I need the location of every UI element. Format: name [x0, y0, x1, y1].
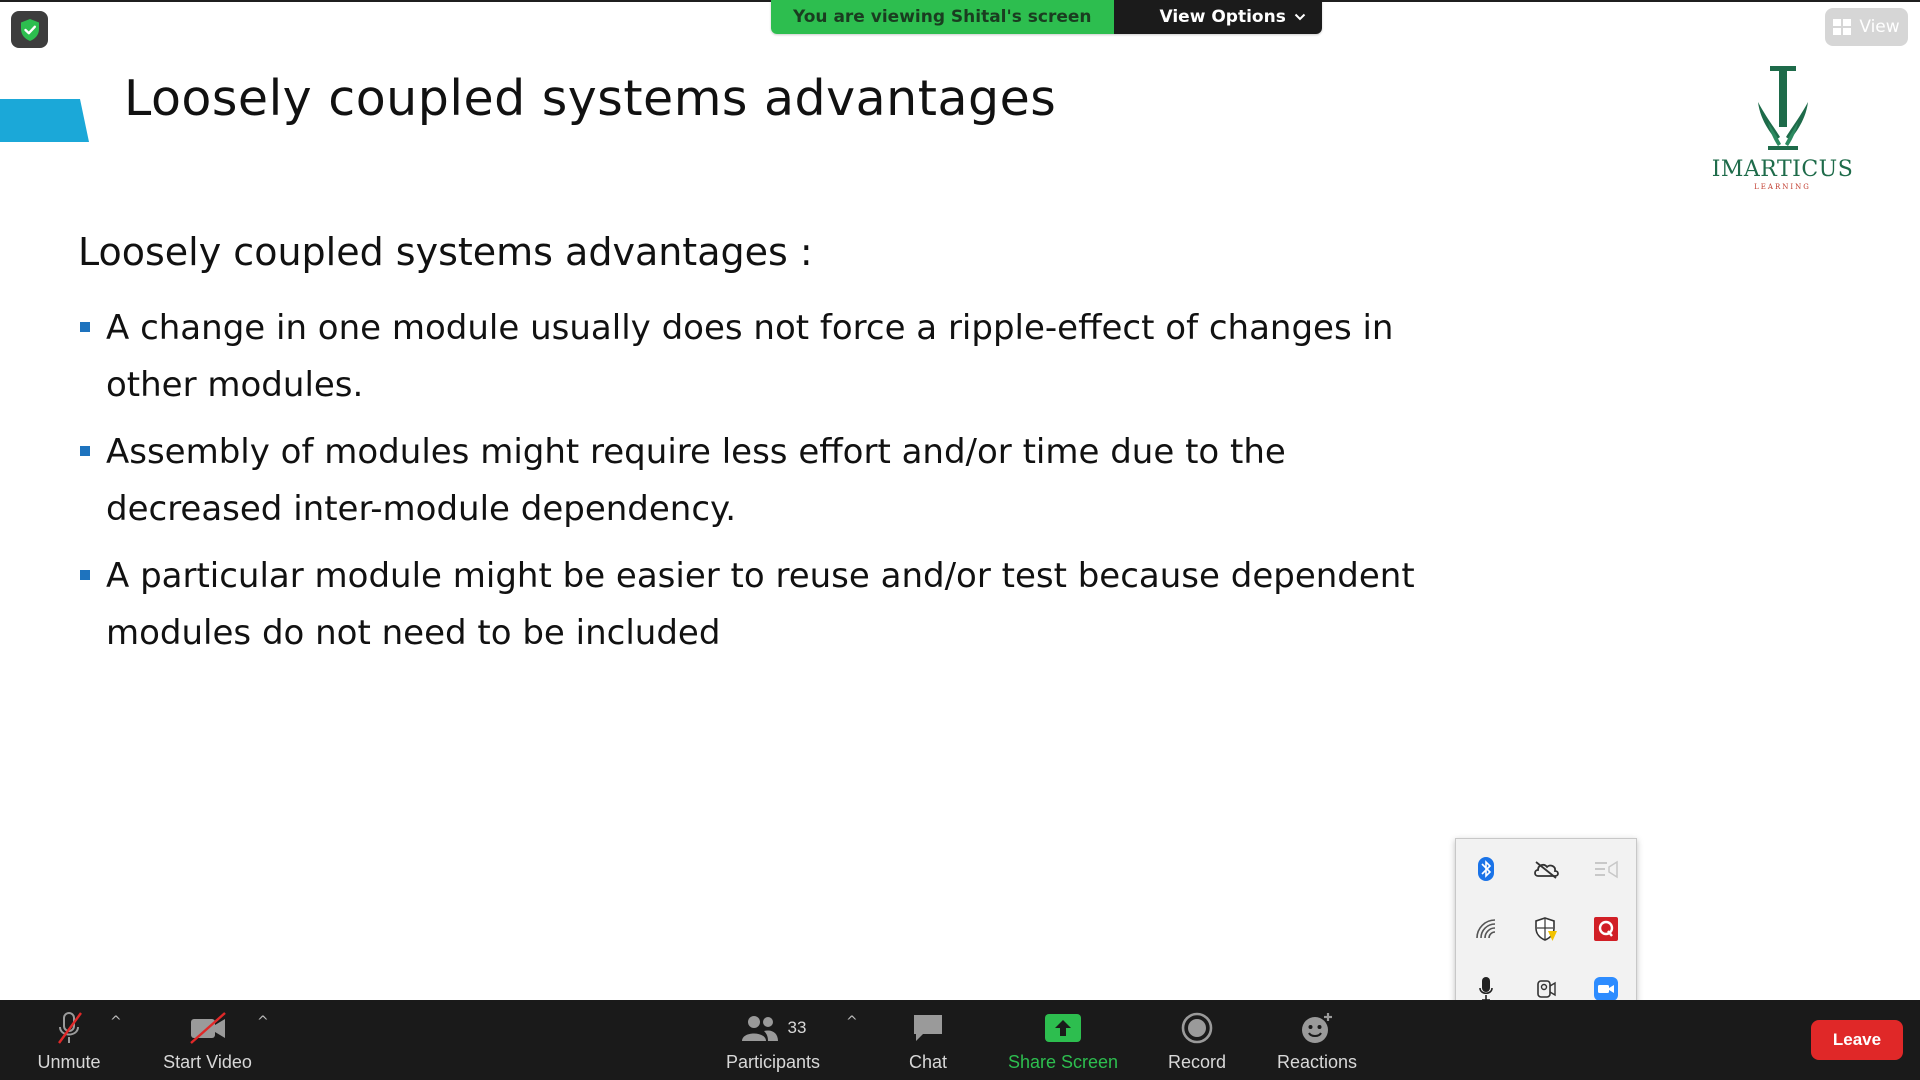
chat-label: Chat [908, 1052, 948, 1072]
logo-wordmark: IMARTICUS [1711, 157, 1854, 182]
bullet-list: A change in one module usually does not … [78, 300, 1448, 672]
onedrive-offline-icon [1534, 861, 1559, 879]
security-shield-button[interactable] [11, 11, 48, 48]
video-options-caret-icon[interactable]: ^ [257, 1014, 269, 1030]
record-label: Record [1167, 1052, 1227, 1072]
slide-title: Loosely coupled systems advantages [124, 70, 1057, 127]
unmute-label: Unmute [37, 1052, 101, 1072]
view-layout-button[interactable]: View [1825, 8, 1908, 46]
reactions-button[interactable]: Reactions [1270, 1000, 1364, 1080]
meeting-toolbar: Unmute ^ Start Video ^ 33 Participants ^… [0, 1000, 1920, 1080]
share-screen-label: Share Screen [1007, 1052, 1119, 1072]
presentation-icon [1595, 860, 1618, 879]
participants-options-caret-icon[interactable]: ^ [846, 1014, 858, 1030]
bullet-text: A particular module might be easier to r… [106, 556, 1415, 653]
tray-presentation[interactable] [1576, 839, 1636, 899]
tray-bluetooth[interactable] [1456, 839, 1516, 899]
reactions-smiley-icon [1302, 1013, 1332, 1043]
zoom-meeting-window: You are viewing Shital's screen View Opt… [0, 0, 1920, 1080]
bluetooth-icon [1478, 857, 1494, 881]
q-app-icon [1594, 917, 1618, 941]
list-item: A particular module might be easier to r… [78, 548, 1448, 662]
participants-button[interactable]: 33 Participants [718, 1000, 828, 1080]
bullet-marker [80, 570, 90, 580]
tray-windows-security[interactable] [1516, 899, 1576, 959]
record-button[interactable]: Record [1160, 1000, 1234, 1080]
screen-share-banner: You are viewing Shital's screen View Opt… [771, 0, 1322, 34]
view-options-button[interactable]: View Options [1113, 0, 1322, 34]
logo-subtext: LEARNING [1754, 183, 1811, 191]
participants-label: Participants [725, 1052, 821, 1072]
microphone-icon [1479, 977, 1493, 1001]
participants-icon [741, 1016, 778, 1041]
slide-accent-shape [0, 99, 89, 142]
record-icon [1181, 1012, 1213, 1044]
view-options-label: View Options [1159, 7, 1286, 27]
share-screen-icon [1045, 1014, 1081, 1042]
share-screen-button[interactable]: Share Screen [1004, 1000, 1122, 1080]
tray-onedrive[interactable] [1516, 839, 1576, 899]
bullet-marker [80, 446, 90, 456]
leave-meeting-button[interactable]: Leave [1811, 1020, 1903, 1060]
microphone-muted-icon [58, 1012, 82, 1044]
reactions-label: Reactions [1276, 1052, 1358, 1072]
start-video-button[interactable]: Start Video [155, 1000, 260, 1080]
chat-button[interactable]: Chat [898, 1000, 958, 1080]
system-tray-overflow [1455, 838, 1637, 1020]
view-label: View [1859, 17, 1900, 37]
audio-options-caret-icon[interactable]: ^ [110, 1014, 122, 1030]
unmute-button[interactable]: Unmute [28, 1000, 110, 1080]
list-item: Assembly of modules might require less e… [78, 424, 1448, 538]
bullet-text: A change in one module usually does not … [106, 308, 1394, 405]
chat-bubble-icon [914, 1015, 942, 1041]
start-video-label: Start Video [163, 1052, 252, 1072]
viewing-screen-status: You are viewing Shital's screen [771, 0, 1114, 34]
participants-count: 33 [787, 1018, 807, 1037]
chevron-down-icon [1294, 13, 1306, 21]
grid-view-icon [1833, 19, 1852, 35]
network-icon [1476, 919, 1496, 939]
slide-heading: Loosely coupled systems advantages : [78, 230, 813, 274]
windows-security-icon [1535, 917, 1557, 941]
video-camera-off-icon [189, 1012, 226, 1044]
tray-network[interactable] [1456, 899, 1516, 959]
bullet-text: Assembly of modules might require less e… [106, 432, 1286, 529]
camera-icon [1537, 980, 1556, 998]
shield-check-icon [20, 18, 39, 41]
zoom-icon [1594, 977, 1618, 1001]
tray-q-app[interactable] [1576, 899, 1636, 959]
bullet-marker [80, 322, 90, 332]
list-item: A change in one module usually does not … [78, 300, 1448, 414]
